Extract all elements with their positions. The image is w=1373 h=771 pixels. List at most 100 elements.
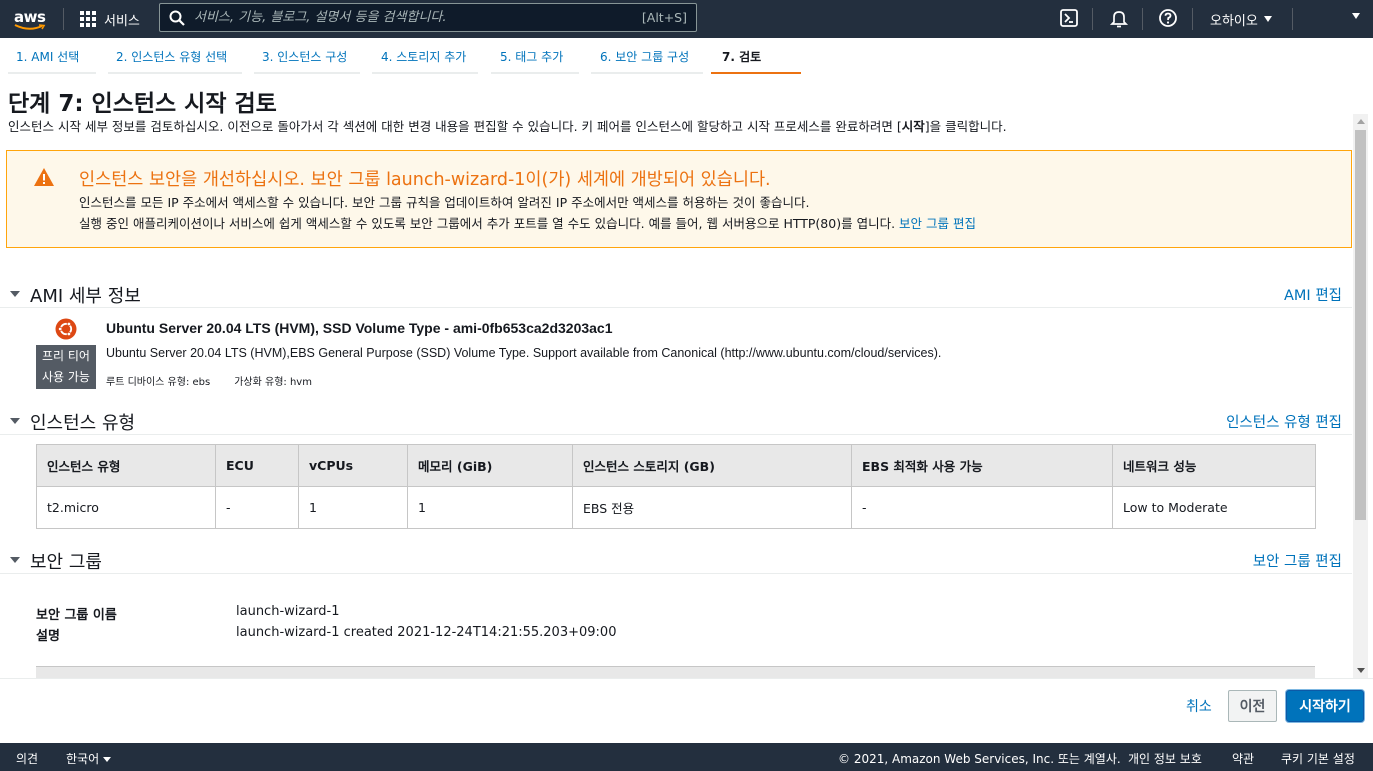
column-header: EBS 최적화 사용 가능 bbox=[851, 444, 1113, 487]
column-header: 인스턴스 유형 bbox=[36, 444, 216, 487]
wizard-step-security-group[interactable]: 6. 보안 그룹 구성 bbox=[600, 48, 689, 65]
security-rules-table-header bbox=[36, 666, 1315, 678]
warning-text: 실행 중인 애플리케이션이나 서비스에 쉽게 액세스할 수 있도록 보안 그룹에… bbox=[79, 213, 976, 232]
chevron-down-icon bbox=[1263, 16, 1272, 22]
table-cell: 1 bbox=[298, 486, 408, 529]
table-cell: - bbox=[851, 486, 1113, 529]
help-icon[interactable] bbox=[1158, 8, 1178, 28]
table-row: t2.micro - 1 1 EBS 전용 - Low to Moderate bbox=[36, 486, 1316, 529]
security-group-desc-label: 설명 bbox=[36, 625, 60, 644]
launch-button[interactable]: 시작하기 bbox=[1286, 690, 1364, 722]
virtualization-type: 가상화 유형: hvm bbox=[234, 377, 312, 388]
instance-type-section-header[interactable]: 인스턴스 유형 인스턴스 유형 편집 bbox=[0, 407, 1352, 435]
wizard-step-choose-ami[interactable]: 1. AMI 선택 bbox=[16, 48, 79, 65]
top-navigation: aws 서비스 [Alt+S] 오하이오 bbox=[0, 0, 1373, 38]
table-cell: t2.micro bbox=[36, 486, 216, 529]
nav-divider bbox=[1092, 8, 1093, 30]
warning-text: 인스턴스를 모든 IP 주소에서 액세스할 수 있습니다. 보안 그룹 규칙을 … bbox=[79, 195, 810, 210]
wizard-step-add-tags[interactable]: 5. 태그 추가 bbox=[500, 48, 563, 65]
table-header-row: 인스턴스 유형 ECU vCPUs 메모리 (GiB) 인스턴스 스토리지 (G… bbox=[36, 444, 1316, 487]
warning-title: 인스턴스 보안을 개선하십시오. 보안 그룹 launch-wizard-1이(… bbox=[79, 170, 771, 190]
security-group-desc-value: launch-wizard-1 created 2021-12-24T14:21… bbox=[236, 625, 617, 640]
table-cell: EBS 전용 bbox=[572, 486, 852, 529]
free-tier-badge: 프리 티어 사용 가능 bbox=[36, 345, 96, 389]
footer: 의견 한국어 © 2021, Amazon Web Services, Inc.… bbox=[0, 743, 1373, 771]
aws-logo[interactable]: aws bbox=[12, 6, 52, 32]
aws-smile-icon bbox=[14, 24, 46, 30]
wizard-step-underline bbox=[372, 72, 478, 74]
edit-security-group-link[interactable]: 보안 그룹 편집 bbox=[899, 216, 976, 231]
page-description: 인스턴스 시작 세부 정보를 검토하십시오. 이전으로 돌아가서 각 섹션에 대… bbox=[8, 116, 1007, 135]
column-header: 네트워크 성능 bbox=[1112, 444, 1316, 487]
action-bar: 취소 이전 시작하기 bbox=[0, 678, 1373, 743]
section-title: 인스턴스 유형 bbox=[30, 413, 136, 434]
privacy-link[interactable]: 개인 정보 보호 bbox=[1128, 750, 1202, 767]
language-label: 한국어 bbox=[66, 752, 100, 766]
ami-description: Ubuntu Server 20.04 LTS (HVM),EBS Genera… bbox=[106, 346, 942, 360]
wizard-step-active-underline bbox=[711, 72, 801, 74]
table-cell: Low to Moderate bbox=[1112, 486, 1316, 529]
search-input[interactable] bbox=[194, 7, 614, 28]
wizard-step-instance-type[interactable]: 2. 인스턴스 유형 선택 bbox=[116, 48, 227, 65]
column-header: 메모리 (GiB) bbox=[407, 444, 573, 487]
instance-type-table: 인스턴스 유형 ECU vCPUs 메모리 (GiB) 인스턴스 스토리지 (G… bbox=[36, 444, 1316, 529]
nav-divider bbox=[1292, 8, 1293, 30]
terms-link[interactable]: 약관 bbox=[1232, 750, 1254, 767]
region-selector[interactable]: 오하이오 bbox=[1210, 0, 1272, 38]
language-selector[interactable]: 한국어 bbox=[66, 750, 112, 767]
page-title: 단계 7: 인스턴스 시작 검토 bbox=[8, 91, 277, 117]
collapse-triangle-icon[interactable] bbox=[10, 418, 20, 424]
region-label: 오하이오 bbox=[1210, 13, 1258, 29]
services-menu-button[interactable]: 서비스 bbox=[80, 0, 140, 38]
services-label: 서비스 bbox=[104, 12, 140, 28]
cancel-button[interactable]: 취소 bbox=[1186, 696, 1212, 716]
ami-metadata: 루트 디바이스 유형: ebs 가상화 유형: hvm bbox=[106, 373, 336, 388]
scroll-up-icon[interactable] bbox=[1357, 119, 1365, 124]
chevron-down-icon bbox=[103, 757, 112, 762]
wizard-step-review[interactable]: 7. 검토 bbox=[722, 48, 761, 65]
warning-text-line: 실행 중인 애플리케이션이나 서비스에 쉽게 액세스할 수 있도록 보안 그룹에… bbox=[79, 216, 896, 231]
edit-ami-link[interactable]: AMI 편집 bbox=[1284, 284, 1342, 305]
feedback-link[interactable]: 의견 bbox=[16, 750, 38, 767]
collapse-triangle-icon[interactable] bbox=[10, 291, 20, 297]
page-description-bold: 시작 bbox=[901, 119, 925, 134]
security-warning-banner: 인스턴스 보안을 개선하십시오. 보안 그룹 launch-wizard-1이(… bbox=[6, 150, 1352, 248]
previous-button[interactable]: 이전 bbox=[1228, 690, 1277, 722]
column-header: ECU bbox=[215, 444, 299, 487]
search-shortcut-hint: [Alt+S] bbox=[641, 10, 687, 25]
section-title: AMI 세부 정보 bbox=[30, 286, 141, 307]
cookie-preferences-link[interactable]: 쿠키 기본 설정 bbox=[1281, 750, 1355, 767]
wizard-step-underline bbox=[108, 72, 242, 74]
page-description-text: 인스턴스 시작 세부 정보를 검토하십시오. 이전으로 돌아가서 각 섹션에 대… bbox=[8, 119, 902, 134]
collapse-triangle-icon[interactable] bbox=[10, 557, 20, 563]
wizard-step-underline bbox=[491, 72, 579, 74]
root-device-type: 루트 디바이스 유형: ebs bbox=[106, 377, 211, 388]
security-group-section-header[interactable]: 보안 그룹 보안 그룹 편집 bbox=[0, 546, 1352, 574]
ami-details-section-header[interactable]: AMI 세부 정보 AMI 편집 bbox=[0, 280, 1352, 308]
security-group-name-value: launch-wizard-1 bbox=[236, 604, 340, 619]
wizard-step-underline bbox=[254, 72, 360, 74]
wizard-steps: 1. AMI 선택 2. 인스턴스 유형 선택 3. 인스턴스 구성 4. 스토… bbox=[0, 38, 1373, 74]
ami-name: Ubuntu Server 20.04 LTS (HVM), SSD Volum… bbox=[106, 320, 613, 336]
wizard-step-underline bbox=[8, 72, 96, 74]
cloudshell-icon[interactable] bbox=[1059, 8, 1079, 28]
column-header: 인스턴스 스토리지 (GB) bbox=[572, 444, 852, 487]
search-icon bbox=[169, 10, 185, 26]
nav-divider bbox=[1142, 8, 1143, 30]
field-label: 보안 그룹 이름 bbox=[36, 608, 117, 623]
table-cell: 1 bbox=[407, 486, 573, 529]
table-cell: - bbox=[215, 486, 299, 529]
search-box[interactable]: [Alt+S] bbox=[159, 3, 697, 32]
free-tier-badge-line: 프리 티어 bbox=[42, 349, 90, 363]
edit-instance-type-link[interactable]: 인스턴스 유형 편집 bbox=[1226, 411, 1342, 432]
security-group-name-label: 보안 그룹 이름 bbox=[36, 604, 117, 623]
field-label: 설명 bbox=[36, 629, 60, 644]
wizard-step-add-storage[interactable]: 4. 스토리지 추가 bbox=[381, 48, 466, 65]
review-content: 인스턴스 보안을 개선하십시오. 보안 그룹 launch-wizard-1이(… bbox=[0, 140, 1368, 678]
account-menu-chevron-icon[interactable] bbox=[1352, 13, 1360, 19]
edit-security-group-link[interactable]: 보안 그룹 편집 bbox=[1253, 550, 1342, 571]
wizard-step-configure-instance[interactable]: 3. 인스턴스 구성 bbox=[262, 48, 347, 65]
warning-icon bbox=[34, 168, 54, 186]
nav-divider bbox=[1192, 8, 1193, 30]
bell-icon[interactable] bbox=[1109, 8, 1129, 28]
